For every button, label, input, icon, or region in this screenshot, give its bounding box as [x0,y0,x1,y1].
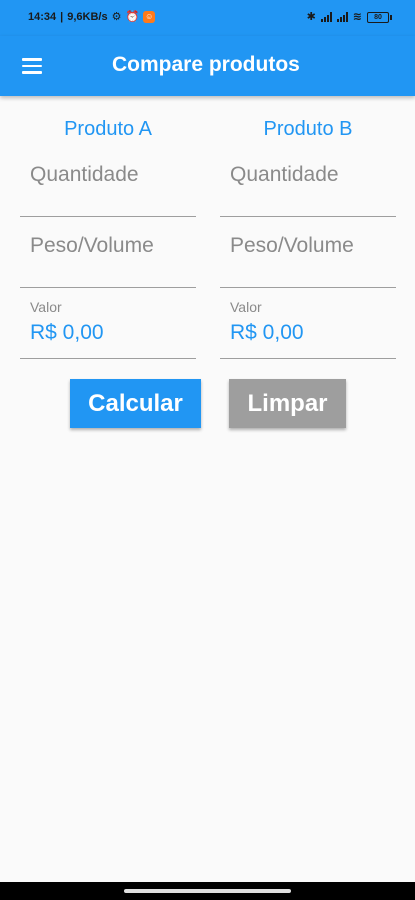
product-b-weight-field [220,217,396,288]
product-b-column: Produto B Valor R$ 0,00 [220,112,396,359]
status-time: 14:34 [28,11,57,23]
status-net-speed: 9,6KB/s [67,11,108,23]
clear-button[interactable]: Limpar [229,379,346,428]
product-b-value-field[interactable]: Valor R$ 0,00 [220,288,396,359]
product-b-value-label: Valor [230,299,262,315]
signal-strength-2-icon [336,12,348,22]
bluetooth-icon: ✱ [306,11,316,23]
status-separator: | [60,11,64,23]
product-b-quantity-input[interactable] [230,163,390,187]
product-a-weight-input[interactable] [30,234,190,258]
product-a-title: Produto A [64,118,152,140]
battery-icon: 80 [367,11,392,23]
page-title: Compare produtos [112,53,300,76]
product-b-title: Produto B [263,118,353,140]
product-b-value-input[interactable]: R$ 0,00 [230,321,304,345]
wifi-icon: ≋ [352,11,362,23]
calculate-button[interactable]: Calcular [70,379,201,428]
app-bar: Compare produtos [0,36,415,96]
product-a-weight-field [20,217,196,288]
hamburger-menu-icon[interactable] [14,48,50,84]
app-notification-icon: ☺ [143,11,156,23]
signal-strength-icon [320,12,332,22]
settings-gear-icon: ⚙ [111,11,122,23]
status-left: 14:34 | 9,6KB/s ⚙ ⏰ ☺ [28,11,156,23]
product-a-quantity-input[interactable] [30,163,190,187]
product-a-column: Produto A Valor R$ 0,00 [20,112,196,359]
product-a-value-field[interactable]: Valor R$ 0,00 [20,288,196,359]
product-a-value-input[interactable]: R$ 0,00 [30,321,104,345]
status-right: ✱ ≋ 80 [306,11,392,23]
app-screen: 14:34 | 9,6KB/s ⚙ ⏰ ☺ ✱ ≋ 80 Compare pro… [0,0,415,900]
product-a-quantity-field [20,146,196,217]
product-b-weight-input[interactable] [230,234,390,258]
home-gesture-handle[interactable] [124,889,291,893]
product-b-quantity-field [220,146,396,217]
product-a-value-label: Valor [30,299,62,315]
system-navigation-bar [0,882,415,900]
alarm-clock-icon: ⏰ [125,11,140,23]
status-bar: 14:34 | 9,6KB/s ⚙ ⏰ ☺ ✱ ≋ 80 [0,0,415,36]
